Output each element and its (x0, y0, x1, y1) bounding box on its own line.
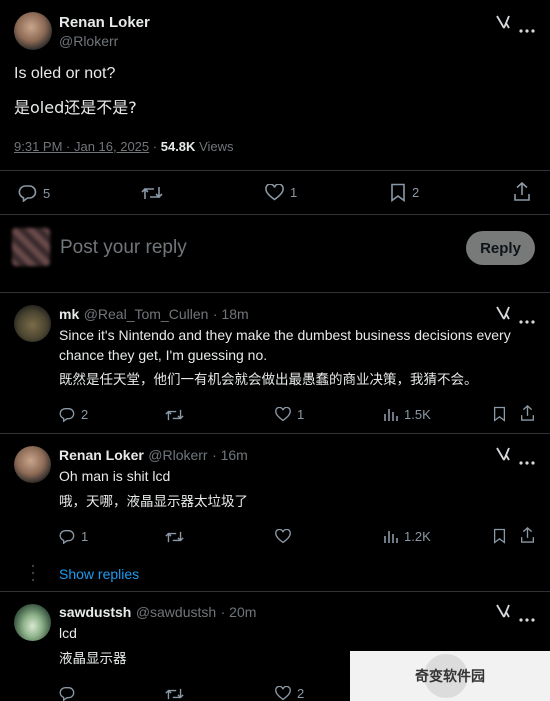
views-count: 1.2K (404, 529, 431, 544)
more-options-icon[interactable] (519, 20, 535, 38)
like-button[interactable]: 1 (275, 407, 304, 422)
repost-icon (165, 688, 184, 700)
views-label: Views (199, 139, 234, 154)
reply-author-name[interactable]: sawdustsh (59, 604, 131, 620)
reply-header: sawdustsh @sawdustsh · 20m (59, 604, 256, 622)
composer-avatar (12, 228, 50, 266)
reply-avatar[interactable] (14, 446, 51, 483)
divider (0, 170, 550, 171)
views-count: 1.5K (404, 407, 431, 422)
bookmark-icon (391, 183, 405, 202)
bookmark-button[interactable]: 2 (390, 183, 419, 202)
bookmark-button[interactable] (493, 528, 506, 544)
views-button[interactable]: 1.2K (384, 529, 431, 544)
author-avatar[interactable] (14, 12, 52, 50)
reply-input[interactable]: Post your reply (60, 237, 187, 259)
heart-icon (275, 407, 291, 422)
more-options-icon[interactable] (519, 452, 535, 470)
reply-avatar[interactable] (14, 305, 51, 342)
repost-icon (141, 187, 163, 199)
reply-author-name[interactable]: Renan Loker (59, 447, 144, 463)
reply-button[interactable] (59, 686, 75, 701)
reply-author-name[interactable]: mk (59, 306, 79, 322)
reply-author-handle[interactable]: @Rlokerr (148, 447, 207, 463)
repost-button[interactable] (165, 530, 184, 544)
watermark-text: 奇变软件园 (415, 669, 485, 685)
repost-button[interactable] (165, 687, 184, 701)
analytics-icon (384, 530, 398, 543)
reply-author-handle[interactable]: @Real_Tom_Cullen (84, 306, 209, 322)
grok-icon[interactable] (495, 603, 511, 624)
bookmark-button[interactable] (493, 406, 506, 422)
views-count: 54.8K (160, 139, 196, 154)
like-button[interactable]: 1 (265, 184, 297, 201)
thread-dots (31, 564, 35, 589)
reply-time[interactable]: · 20m (221, 604, 257, 620)
divider (0, 433, 550, 434)
reply-time[interactable]: · 18m (213, 306, 249, 322)
reply-text-en: Since it's Nintendo and they make the du… (59, 327, 511, 363)
post-text-en: Is oled or not? (14, 65, 116, 82)
heart-icon (275, 529, 291, 544)
repost-button[interactable] (165, 408, 184, 422)
reply-text-en: Oh man is shit lcd (59, 468, 171, 484)
share-icon (521, 405, 534, 421)
reply-count: 5 (43, 185, 51, 201)
repost-button[interactable] (141, 185, 163, 201)
repost-icon (165, 531, 184, 543)
grok-icon[interactable] (495, 305, 511, 326)
reply-avatar[interactable] (14, 604, 51, 641)
reply-icon (18, 185, 37, 202)
reply-icon (59, 529, 75, 544)
views-button[interactable]: 1.5K (384, 407, 431, 422)
like-count: 2 (297, 686, 305, 701)
post-text-zh: 是oled还是不是? (14, 98, 137, 117)
grok-icon[interactable] (495, 14, 511, 35)
reply-author-handle[interactable]: @sawdustsh (136, 604, 216, 620)
repost-icon (165, 409, 184, 421)
reply-icon (59, 686, 75, 701)
reply-button[interactable]: 5 (18, 184, 50, 202)
share-button[interactable] (520, 527, 535, 543)
post-meta: 9:31 PM · Jan 16, 2025 · 54.8K Views (14, 139, 234, 154)
divider (0, 591, 550, 592)
bookmark-icon (493, 528, 506, 544)
reply-header: mk @Real_Tom_Cullen · 18m (59, 306, 249, 324)
heart-icon (265, 184, 284, 201)
like-count: 1 (290, 185, 298, 200)
like-button[interactable]: 2 (275, 686, 304, 701)
reply-time[interactable]: · 16m (212, 447, 248, 463)
reply-text-zh: 液晶显示器 (59, 651, 127, 667)
bookmark-count: 2 (412, 185, 420, 200)
reply-count: 2 (81, 407, 89, 422)
bookmark-icon (493, 406, 506, 422)
analytics-icon (384, 408, 398, 421)
like-button[interactable] (275, 529, 291, 544)
reply-text-zh: 既然是任天堂，他们一有机会就会做出最愚蠢的商业决策，我猜不会。 (59, 372, 478, 388)
grok-icon[interactable] (495, 446, 511, 467)
show-replies-link[interactable]: Show replies (59, 566, 139, 582)
divider (0, 214, 550, 215)
share-button[interactable] (520, 405, 535, 421)
more-options-icon[interactable] (519, 609, 535, 627)
watermark-box: 奇变软件园 (350, 651, 550, 701)
heart-icon (275, 686, 291, 701)
reply-text-zh: 哦，天哪，液晶显示器太垃圾了 (59, 494, 248, 510)
author-name[interactable]: Renan Loker (59, 14, 150, 31)
reply-button[interactable]: 1 (59, 529, 88, 544)
share-icon (514, 182, 530, 201)
reply-text-en: lcd (59, 625, 77, 641)
reply-count: 1 (81, 529, 89, 544)
author-handle[interactable]: @Rlokerr (59, 33, 118, 49)
reply-icon (59, 407, 75, 422)
like-count: 1 (297, 407, 305, 422)
post-timestamp[interactable]: 9:31 PM · Jan 16, 2025 (14, 139, 149, 154)
reply-header: Renan Loker @Rlokerr · 16m (59, 447, 248, 465)
share-button[interactable] (513, 182, 531, 201)
reply-submit-button[interactable]: Reply (466, 231, 535, 265)
share-icon (521, 527, 534, 543)
divider (0, 292, 550, 293)
reply-button[interactable]: 2 (59, 407, 88, 422)
